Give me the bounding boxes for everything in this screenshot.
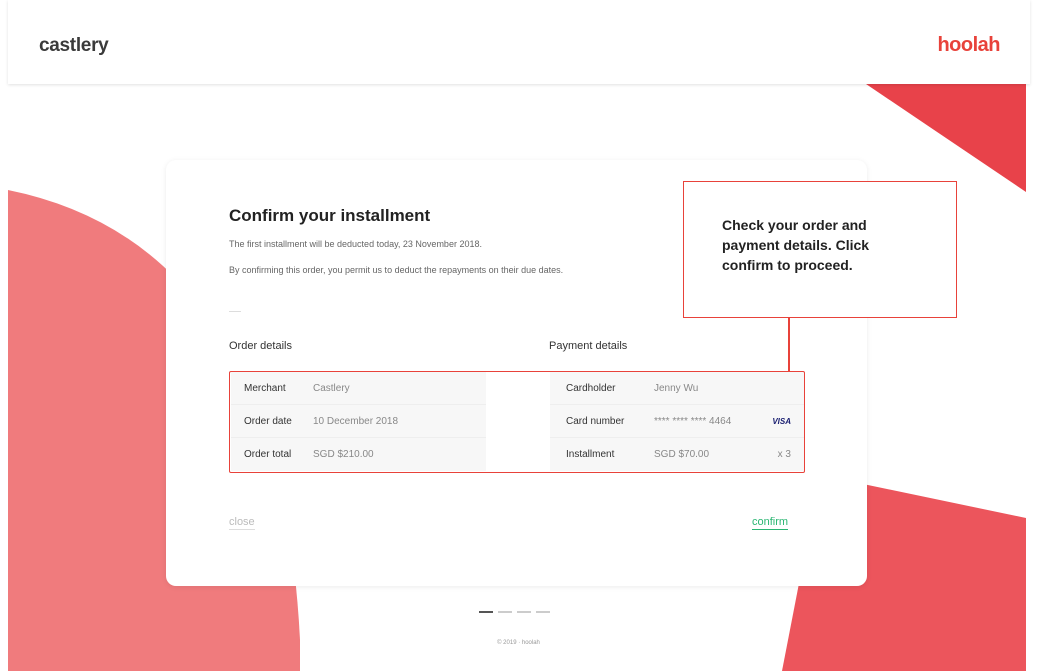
pagination [479,611,550,613]
consent-notice: By confirming this order, you permit us … [229,265,564,275]
page-indicator [536,611,550,613]
callout-box: Check your order and payment details. Cl… [683,181,957,318]
merchant-logo: castlery [39,35,109,56]
page-indicator [498,611,512,613]
page-indicator [517,611,531,613]
divider [229,311,241,312]
confirm-button[interactable]: confirm [752,516,789,530]
payment-details-heading: Payment details [549,340,628,352]
close-button[interactable]: close [229,516,255,530]
page-indicator [479,611,493,613]
order-details-heading: Order details [229,340,292,352]
footer-copyright: © 2019 · hoolah [497,640,540,646]
hoolah-logo: hoolah [937,34,1000,56]
header: castlery hoolah [8,0,1030,84]
deduction-notice: The first installment will be deducted t… [229,239,482,249]
details-highlight-box [229,371,805,473]
page-title: Confirm your installment [229,206,431,225]
callout-text: Check your order and payment details. Cl… [722,217,870,273]
callout-connector [788,318,790,372]
